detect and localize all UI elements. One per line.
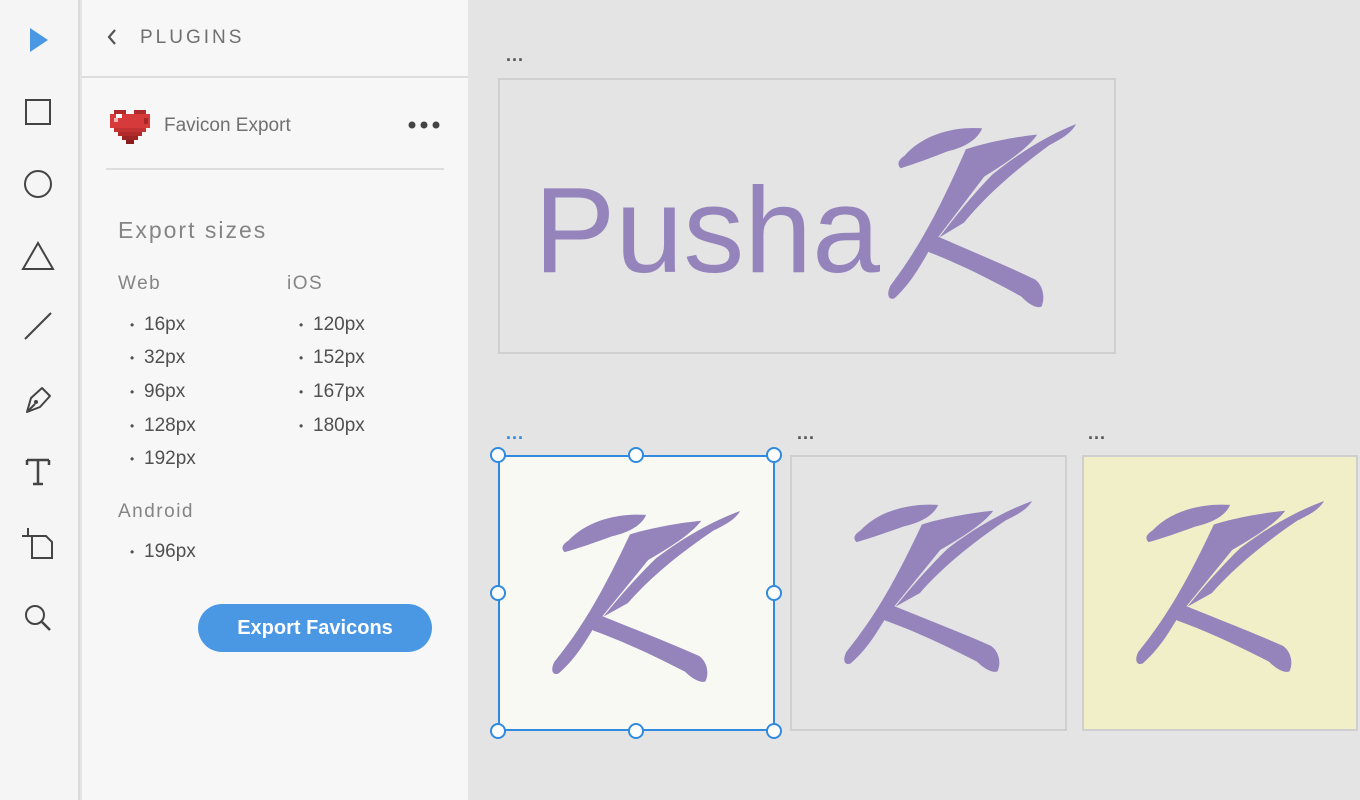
artboard-tool[interactable]	[14, 520, 62, 568]
text-tool[interactable]	[14, 448, 62, 496]
resize-handle[interactable]	[490, 723, 506, 739]
artboard-favicon-light[interactable]	[498, 455, 775, 731]
web-size-list: • 16px • 32px • 96px • 128px • 192px	[130, 308, 196, 476]
resize-handle[interactable]	[766, 723, 782, 739]
select-tool[interactable]	[14, 16, 62, 64]
logo-text: Pusha	[534, 162, 880, 298]
size-item: • 16px	[130, 313, 186, 335]
pushak-logo: Pusha	[534, 124, 1076, 308]
k-logo	[844, 500, 1032, 672]
k-logo	[552, 510, 740, 682]
artboard-favicon-yellow[interactable]	[1082, 455, 1358, 731]
resize-handle[interactable]	[490, 447, 506, 463]
size-item: • 196px	[130, 540, 196, 562]
pen-tool[interactable]	[14, 376, 62, 424]
magnifier-icon	[25, 605, 51, 631]
zoom-tool[interactable]	[14, 594, 62, 642]
export-sizes-title: Export sizes	[118, 217, 268, 243]
ellipse-icon	[24, 170, 52, 198]
chevron-left-icon[interactable]	[102, 26, 122, 48]
design-canvas[interactable]: ... Pusha ... ... ...	[468, 0, 1360, 800]
ios-size-list: • 120px • 152px • 167px • 180px	[299, 308, 365, 442]
resize-handle[interactable]	[490, 585, 506, 601]
web-label: Web	[118, 273, 162, 294]
size-item: • 120px	[299, 313, 365, 335]
triangle-icon	[21, 240, 55, 270]
artboard-menu-dots[interactable]: ...	[506, 424, 524, 442]
arrow-pointer-icon	[30, 28, 48, 52]
resize-handle[interactable]	[628, 723, 644, 739]
size-item: • 167px	[299, 380, 365, 402]
resize-handle[interactable]	[628, 447, 644, 463]
ellipse-tool[interactable]	[14, 160, 62, 208]
artboard-favicon-gray[interactable]	[790, 455, 1067, 731]
panel-header: PLUGINS	[82, 0, 468, 78]
panel-title: PLUGINS	[140, 27, 245, 48]
size-item: • 180px	[299, 414, 365, 436]
size-item: • 96px	[130, 380, 186, 402]
size-item: • 32px	[130, 347, 186, 369]
artboard-icon	[22, 528, 53, 559]
rectangle-icon	[25, 99, 51, 125]
ios-label: iOS	[287, 273, 324, 294]
resize-handle[interactable]	[766, 447, 782, 463]
artboard-menu-dots[interactable]: ...	[506, 46, 524, 64]
android-size-list: • 196px	[130, 535, 196, 569]
size-item: • 192px	[130, 448, 196, 470]
line-icon	[24, 312, 52, 340]
more-options-icon[interactable]	[404, 112, 444, 138]
android-label: Android	[118, 501, 194, 522]
artboard-menu-dots[interactable]: ...	[797, 424, 815, 442]
size-item: • 128px	[130, 414, 196, 436]
resize-handle[interactable]	[766, 585, 782, 601]
pixel-heart-icon	[110, 110, 150, 144]
tools-toolbar	[0, 0, 80, 800]
line-tool[interactable]	[14, 302, 62, 350]
polygon-tool[interactable]	[14, 232, 62, 280]
plugin-name: Favicon Export	[164, 115, 291, 136]
rectangle-tool[interactable]	[14, 88, 62, 136]
artboard-menu-dots[interactable]: ...	[1088, 424, 1106, 442]
artboard-wordmark[interactable]: Pusha	[498, 78, 1116, 354]
k-logo	[1136, 500, 1324, 672]
plugin-row-favicon-export[interactable]: Favicon Export	[106, 100, 444, 170]
size-item: • 152px	[299, 347, 365, 369]
plugins-panel: PLUGINS Favicon Export Export sizes Web …	[82, 0, 468, 800]
text-t-icon	[25, 458, 51, 486]
pen-nib-icon	[26, 387, 51, 413]
export-favicons-button[interactable]: Export Favicons	[198, 604, 432, 652]
